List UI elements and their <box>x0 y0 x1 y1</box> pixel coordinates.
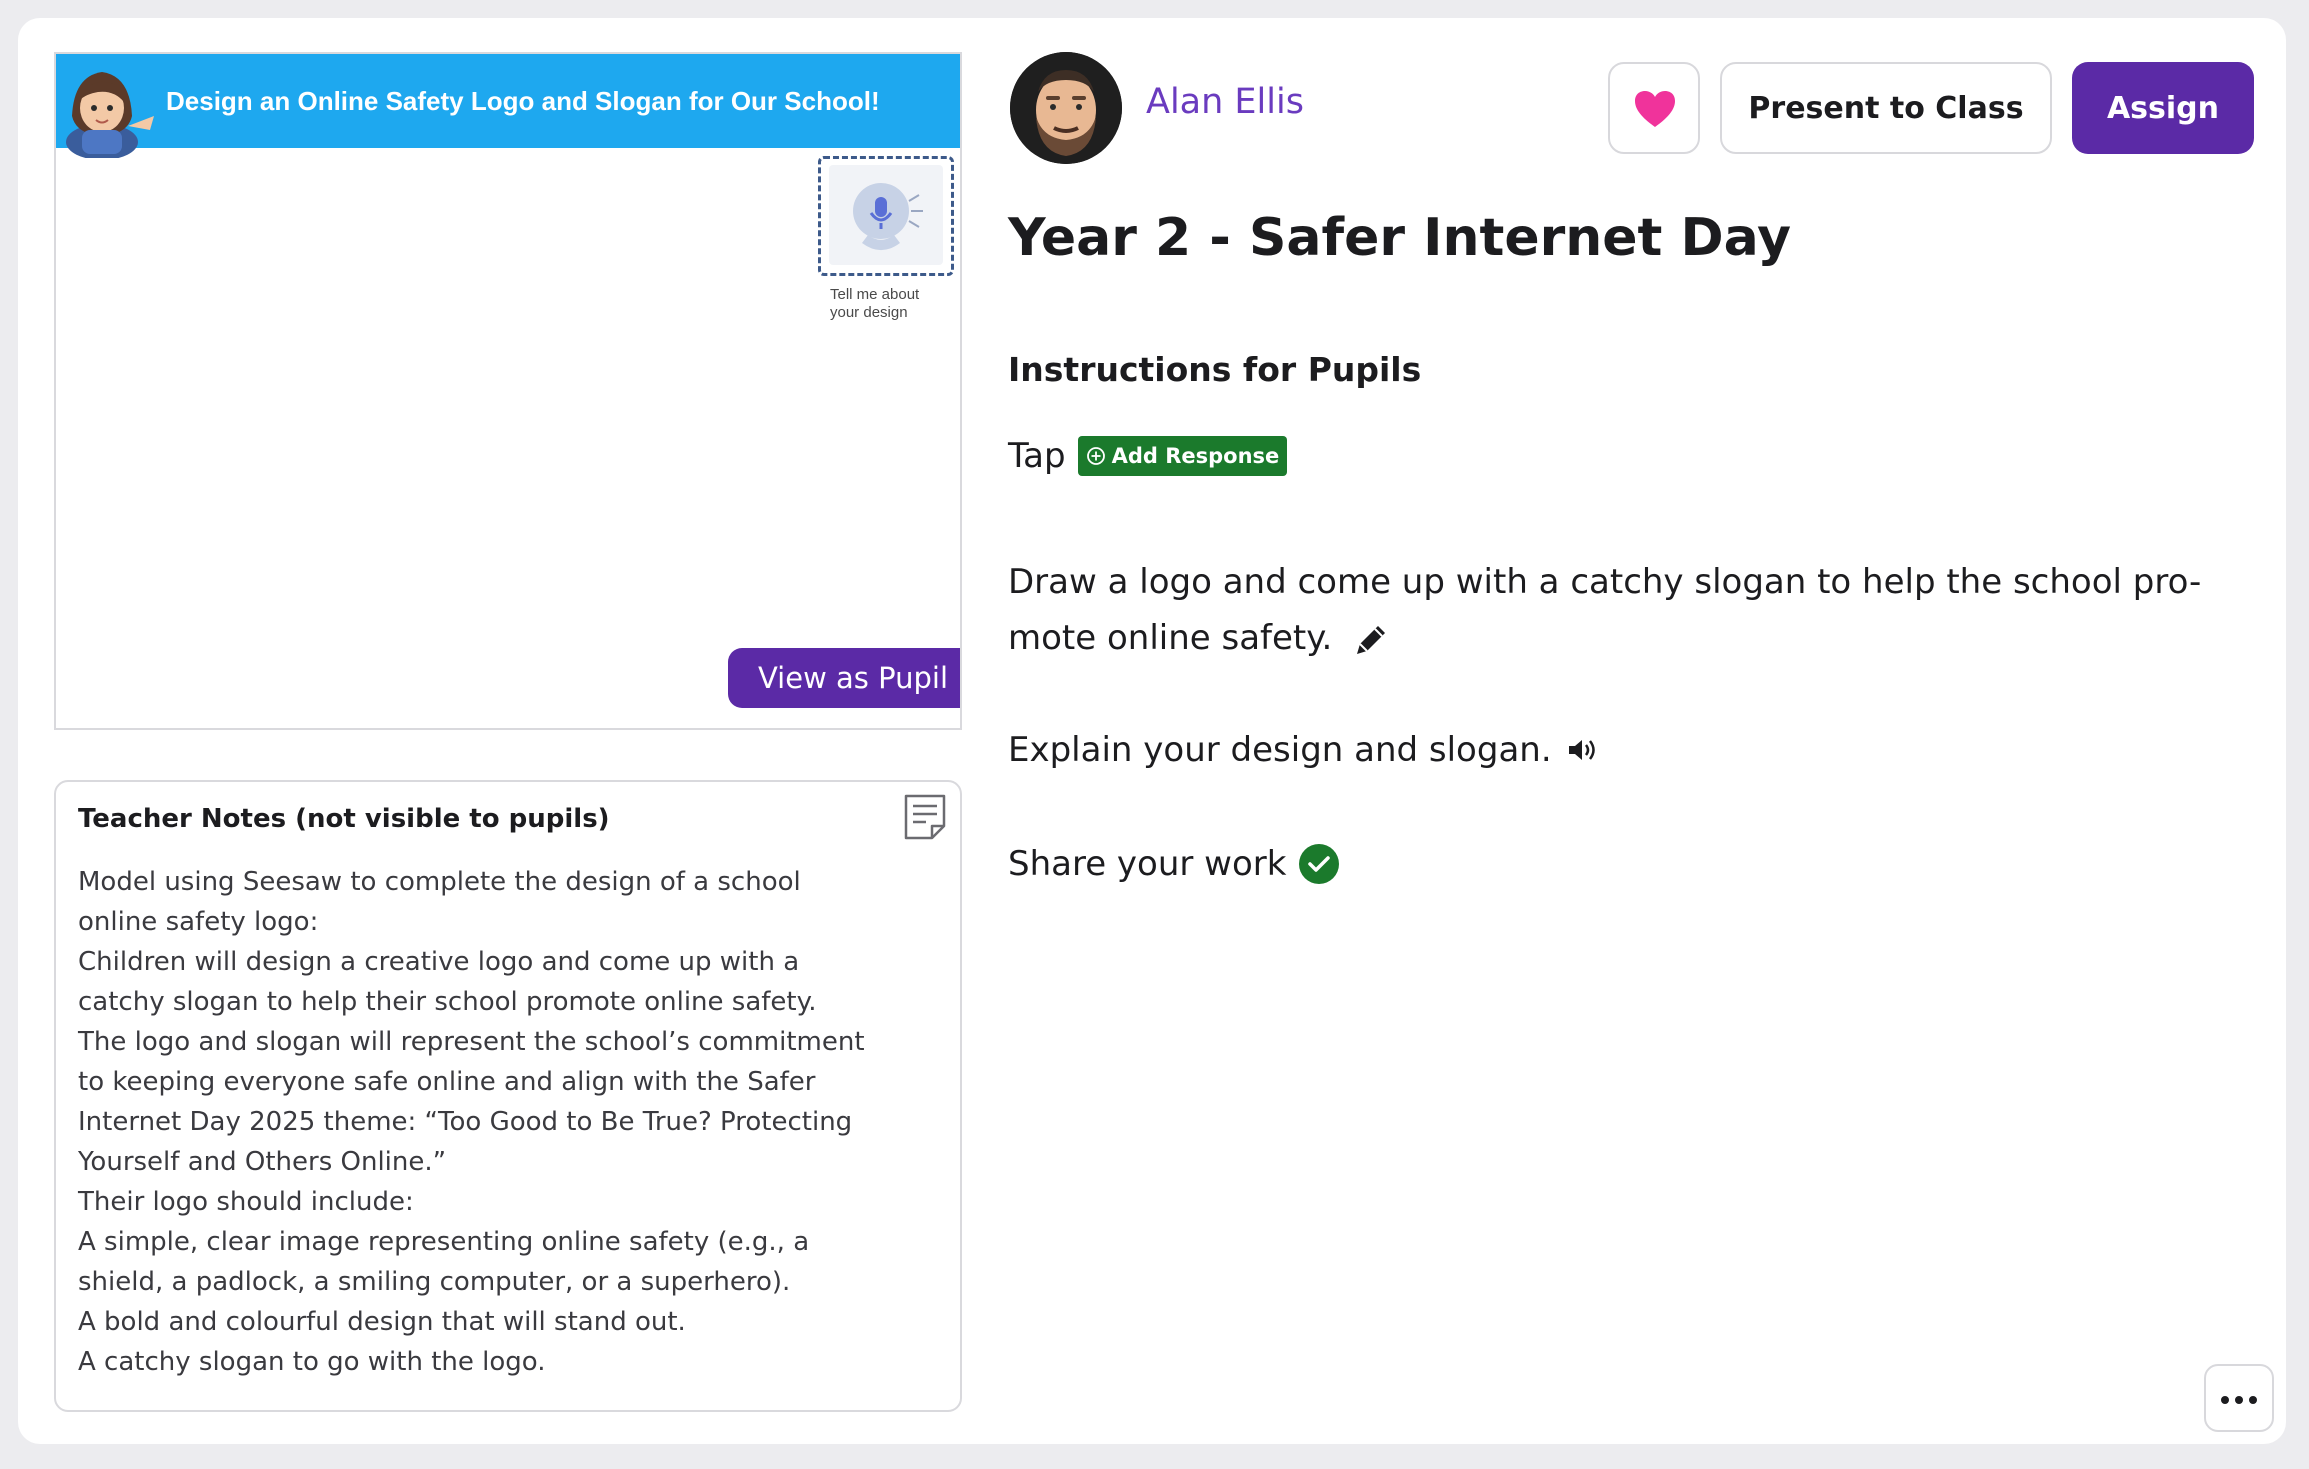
note-icon[interactable] <box>902 792 948 840</box>
instruction-draw: Draw a logo and come up with a catchy sl… <box>1008 554 2258 666</box>
notes-line: Yourself and Others Online.” <box>78 1147 447 1177</box>
activity-title: Year 2 - Safer Internet Day <box>1008 208 1792 268</box>
pencil-icon <box>1357 625 1386 654</box>
more-dot <box>2235 1396 2243 1404</box>
add-circle-icon <box>1086 447 1105 465</box>
recording-caption: Tell me about your design <box>830 286 950 322</box>
author-name-link[interactable]: Alan Ellis <box>1146 82 1304 122</box>
notes-line: Model using Seesaw to complete the desig… <box>78 867 801 897</box>
activity-card: Design an Online Safety Logo and Slogan … <box>18 18 2286 1444</box>
avatar[interactable] <box>1010 52 1122 164</box>
recording-tile-background <box>829 165 943 265</box>
notes-line: Their logo should include: <box>78 1187 414 1217</box>
notes-line: catchy slogan to help their school promo… <box>78 987 817 1017</box>
teacher-notes-panel: Teacher Notes (not visible to pupils) Mo… <box>54 780 962 1412</box>
more-dot <box>2221 1396 2229 1404</box>
notes-line: Children will design a creative logo and… <box>78 947 800 977</box>
tap-word: Tap <box>1008 436 1066 476</box>
recording-caption-line: Tell me about <box>830 286 920 303</box>
banner-title: Design an Online Safety Logo and Slogan … <box>166 86 880 116</box>
avatar-face-icon <box>1010 52 1122 164</box>
instruction-draw-line: Draw a logo and come up with a catchy sl… <box>1008 562 2202 602</box>
more-options-button[interactable] <box>2204 1364 2274 1432</box>
instruction-explain: Explain your design and slogan. <box>1008 722 1600 778</box>
add-response-badge: Add Response <box>1077 436 1288 476</box>
heart-icon <box>1635 91 1675 127</box>
instruction-share: Share your work <box>1008 836 1340 892</box>
notes-line: The logo and slogan will represent the s… <box>78 1027 865 1057</box>
favorite-button[interactable] <box>1608 62 1700 154</box>
notes-line: A simple, clear image representing onlin… <box>78 1227 810 1257</box>
assign-button[interactable]: Assign <box>2072 62 2254 154</box>
instruction-explain-text: Explain your design and slogan. <box>1008 730 1552 770</box>
microphone-icon <box>853 183 923 250</box>
instruction-draw-line-end: mote online safety. <box>1008 618 1333 658</box>
instruction-share-text: Share your work <box>1008 844 1287 884</box>
notes-line: to keeping everyone safe online and alig… <box>78 1067 816 1097</box>
character-icon <box>66 72 154 158</box>
notes-line: shield, a padlock, a smiling computer, o… <box>78 1267 791 1297</box>
recording-caption-line: your design <box>830 304 908 321</box>
instructions-heading: Instructions for Pupils <box>1008 350 1422 389</box>
teacher-notes-body: Model using Seesaw to complete the desig… <box>78 862 948 1382</box>
notes-line: A bold and colourful design that will st… <box>78 1307 686 1337</box>
add-response-label: Add Response <box>1111 444 1280 468</box>
more-dot <box>2249 1396 2257 1404</box>
instruction-tap-row: Tap Add Response <box>1008 428 1288 484</box>
notes-line: A catchy slogan to go with the logo. <box>78 1347 546 1377</box>
speaker-icon <box>1568 740 1595 760</box>
teacher-notes-title: Teacher Notes (not visible to pupils) <box>78 804 610 834</box>
notes-line: online safety logo: <box>78 907 319 937</box>
check-circle-icon <box>1299 844 1340 884</box>
activity-preview[interactable]: Design an Online Safety Logo and Slogan … <box>54 52 962 730</box>
view-as-pupil-button[interactable]: View as Pupil <box>728 648 960 708</box>
present-to-class-button[interactable]: Present to Class <box>1720 62 2052 154</box>
instruction-draw-line: mote online safety. <box>1008 610 2258 666</box>
recording-tile[interactable] <box>818 156 954 276</box>
notes-line: Internet Day 2025 theme: “Too Good to Be… <box>78 1107 853 1137</box>
